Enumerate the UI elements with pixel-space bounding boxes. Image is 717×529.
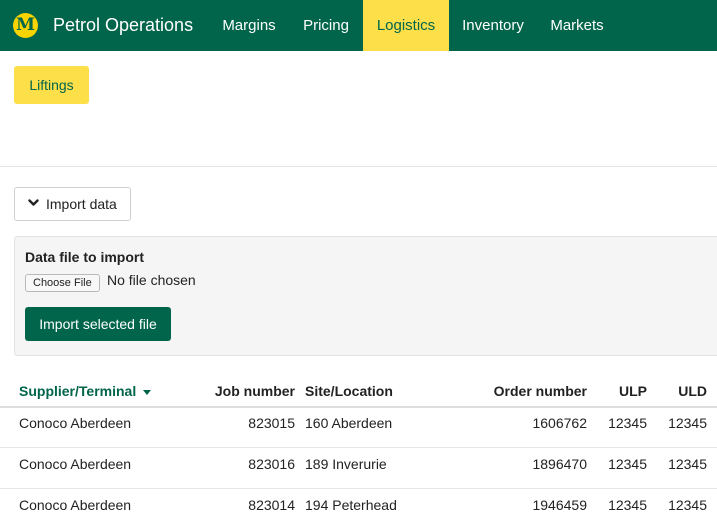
column-header-uld[interactable]: ULD [660, 383, 707, 399]
caret-down-icon [143, 389, 152, 395]
table-header-divider [0, 406, 717, 408]
nav-inventory[interactable]: Inventory [454, 0, 532, 51]
cell-site: 160 Aberdeen [305, 415, 393, 431]
cell-site: 194 Peterhead [305, 497, 397, 513]
cell-order-number: 1606762 [532, 415, 587, 431]
column-header-site-location[interactable]: Site/Location [305, 383, 393, 399]
nav-markets[interactable]: Markets [540, 0, 614, 51]
import-data-toggle-label: Import data [46, 196, 117, 212]
cell-ulp: 12345 [608, 497, 647, 513]
nav-margins[interactable]: Margins [210, 0, 288, 51]
chevron-down-icon [28, 199, 39, 206]
cell-job-number: 823015 [248, 415, 295, 431]
column-header-order-number[interactable]: Order number [470, 383, 587, 399]
cell-order-number: 1946459 [532, 497, 587, 513]
choose-file-button[interactable]: Choose File [25, 274, 100, 292]
cell-order-number: 1896470 [532, 456, 587, 472]
cell-uld: 12345 [668, 456, 707, 472]
cell-ulp: 12345 [608, 415, 647, 431]
app-title[interactable]: Petrol Operations [53, 14, 193, 36]
column-header-job-number[interactable]: Job number [200, 383, 295, 399]
cell-uld: 12345 [668, 497, 707, 513]
column-header-label: Supplier/Terminal [19, 383, 137, 399]
top-navbar: M Petrol Operations Margins Pricing Logi… [0, 0, 717, 51]
cell-supplier: Conoco Aberdeen [19, 456, 132, 472]
nav-pricing[interactable]: Pricing [292, 0, 360, 51]
nav-logistics[interactable]: Logistics [363, 0, 449, 51]
column-header-supplier-terminal[interactable]: Supplier/Terminal [19, 383, 152, 399]
import-selected-file-button[interactable]: Import selected file [25, 307, 171, 341]
row-divider [0, 447, 717, 448]
cell-uld: 12345 [668, 415, 707, 431]
cell-supplier: Conoco Aberdeen [19, 497, 132, 513]
cell-job-number: 823014 [248, 497, 295, 513]
cell-job-number: 823016 [248, 456, 295, 472]
import-panel-title: Data file to import [25, 249, 145, 265]
brand-logo-icon[interactable]: M [13, 13, 38, 38]
no-file-chosen-text: No file chosen [107, 272, 196, 288]
subtab-liftings[interactable]: Liftings [14, 66, 89, 104]
row-divider [0, 488, 717, 489]
section-divider [0, 166, 717, 167]
cell-site: 189 Inverurie [305, 456, 387, 472]
import-panel: Data file to import Choose File No file … [14, 236, 717, 356]
import-data-toggle-button[interactable]: Import data [14, 187, 131, 221]
cell-ulp: 12345 [608, 456, 647, 472]
column-header-ulp[interactable]: ULP [600, 383, 647, 399]
cell-supplier: Conoco Aberdeen [19, 415, 132, 431]
